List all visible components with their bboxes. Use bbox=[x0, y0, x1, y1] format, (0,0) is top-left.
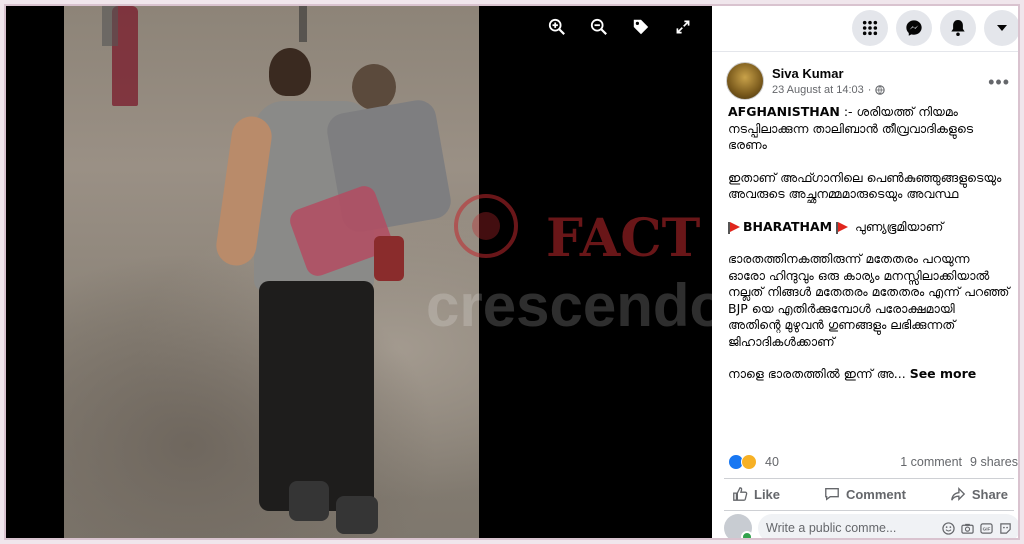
post-text-line3: പുണ്യഭൂമിയാണ് bbox=[851, 218, 944, 234]
thumbs-up-icon bbox=[733, 487, 748, 501]
flag-icon bbox=[728, 221, 740, 234]
notifications-bell-icon[interactable] bbox=[940, 10, 976, 46]
sad-reaction-icon bbox=[741, 454, 757, 470]
reactions-bar: 40 1 comment 9 shares bbox=[728, 454, 1018, 470]
globe-icon bbox=[875, 85, 886, 95]
see-more-link[interactable]: See more bbox=[910, 366, 977, 381]
author-name[interactable]: Siva Kumar bbox=[772, 66, 885, 81]
post-timestamp[interactable]: 23 August at 14:03 bbox=[772, 84, 864, 96]
post-text-line2: ഇതാണ് അഫ്ഗാനിലെ പെൺകുഞ്ഞുങ്ങളുടെയും അവരു… bbox=[728, 169, 1002, 202]
tag-icon[interactable] bbox=[630, 16, 652, 38]
reaction-icons[interactable] bbox=[728, 454, 757, 470]
post-text-truncated: നാളെ ഭാരതത്തിൽ ഇന്ന് അ... bbox=[728, 366, 906, 381]
watermark-text-top: FACT bbox=[546, 208, 701, 269]
share-label: Share bbox=[971, 486, 1008, 502]
post-photo[interactable] bbox=[64, 6, 479, 538]
divider bbox=[724, 478, 1014, 479]
svg-text:GIF: GIF bbox=[983, 526, 991, 531]
flag-icon bbox=[836, 221, 849, 234]
zoom-in-icon[interactable] bbox=[546, 16, 568, 38]
post-text-bharatham: BHARATHAM bbox=[743, 218, 833, 234]
comment-count[interactable]: 1 comment bbox=[900, 455, 962, 469]
viewer-toolbar bbox=[546, 16, 694, 38]
share-count[interactable]: 9 shares bbox=[970, 455, 1018, 469]
comment-composer: GIF bbox=[724, 514, 1018, 538]
sticker-icon[interactable] bbox=[999, 522, 1012, 535]
post-panel: Siva Kumar 23 August at 14:03 · ••• AFGH… bbox=[712, 6, 1018, 538]
divider bbox=[724, 510, 1014, 511]
menu-grid-icon[interactable] bbox=[852, 10, 888, 46]
current-user-avatar[interactable] bbox=[724, 514, 753, 538]
photo-viewer: FACT crescendo bbox=[6, 6, 726, 538]
fullscreen-icon[interactable] bbox=[672, 16, 694, 38]
comment-button[interactable]: Comment bbox=[814, 480, 916, 508]
facebook-photo-viewer: FACT crescendo Siva Kumar 23 August at 1… bbox=[4, 4, 1020, 540]
post-body: AFGHANISTHAN :- ശരിയത്ത് നിയമം നടപ്പിലാക… bbox=[728, 104, 1010, 399]
gif-icon[interactable]: GIF bbox=[980, 522, 993, 535]
post-header: Siva Kumar 23 August at 14:03 · bbox=[726, 62, 886, 100]
share-icon bbox=[950, 487, 966, 501]
post-text-country: AFGHANISTHAN bbox=[728, 104, 840, 119]
account-dropdown-icon[interactable] bbox=[984, 10, 1018, 46]
comment-input[interactable] bbox=[766, 521, 942, 535]
share-button[interactable]: Share bbox=[940, 480, 1018, 508]
author-avatar[interactable] bbox=[726, 62, 764, 100]
like-label: Like bbox=[754, 486, 781, 502]
camera-icon[interactable] bbox=[961, 522, 974, 535]
comment-label: Comment bbox=[845, 486, 906, 502]
comment-icon bbox=[825, 488, 839, 501]
zoom-out-icon[interactable] bbox=[588, 16, 610, 38]
like-button[interactable]: Like bbox=[722, 480, 790, 508]
action-bar: Like Comment Share bbox=[722, 480, 1018, 508]
top-bar bbox=[712, 6, 1018, 52]
emoji-icon[interactable] bbox=[942, 521, 955, 535]
messenger-icon[interactable] bbox=[896, 10, 932, 46]
post-text-line4: ഭാരതത്തിനകത്തിരുന്ന് മതേതരം പറയുന്ന ഓരോ … bbox=[728, 251, 1010, 349]
reaction-count[interactable]: 40 bbox=[765, 455, 779, 469]
post-options-icon[interactable]: ••• bbox=[988, 72, 1010, 93]
